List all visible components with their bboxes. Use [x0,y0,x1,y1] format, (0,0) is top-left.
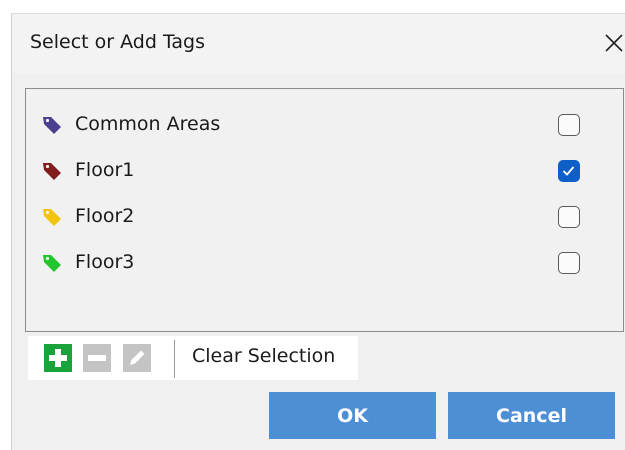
checkmark-icon [562,166,575,176]
tag-checkbox-floor3[interactable] [558,252,580,274]
tag-icon-shape [43,209,61,226]
tag-icon [43,163,61,180]
tag-icon [43,209,61,226]
add-tag-button[interactable] [44,344,72,372]
tag-label: Floor3 [75,251,135,273]
tag-icon [43,255,61,272]
tag-row-floor3[interactable]: Floor3 [26,240,623,286]
close-button[interactable] [597,26,625,60]
tag-icon-shape [43,117,61,134]
tag-icon-shape [43,163,61,180]
clear-selection-button[interactable]: Clear Selection [192,345,335,367]
tag-row-floor2[interactable]: Floor2 [26,194,623,240]
tag-toolbar: Clear Selection [28,336,358,380]
dialog-title: Select or Add Tags [30,31,206,53]
tag-checkbox-floor2[interactable] [558,206,580,228]
tag-row-common-areas[interactable]: Common Areas [26,102,623,148]
edit-icon [123,344,151,372]
remove-tag-button[interactable] [83,344,111,372]
cancel-button[interactable]: Cancel [448,392,615,439]
tag-icon-shape [43,255,61,272]
remove-icon [83,344,111,372]
tag-checkbox-common-areas[interactable] [558,114,580,136]
close-icon [605,34,623,52]
tags-dialog: Select or Add Tags Common Areas Floor1 F… [11,13,625,450]
dialog-titlebar: Select or Add Tags [12,14,625,74]
tag-list[interactable]: Common Areas Floor1 Floor2 Floor3 [25,88,624,332]
tag-label: Floor1 [75,159,135,181]
tag-checkbox-floor1[interactable] [558,160,580,182]
tag-row-floor1[interactable]: Floor1 [26,148,623,194]
tag-icon [43,117,61,134]
toolbar-separator [174,340,175,378]
edit-tag-button[interactable] [123,344,151,372]
tag-label: Floor2 [75,205,135,227]
ok-button[interactable]: OK [269,392,436,439]
tag-label: Common Areas [75,113,221,135]
add-icon [44,344,72,372]
